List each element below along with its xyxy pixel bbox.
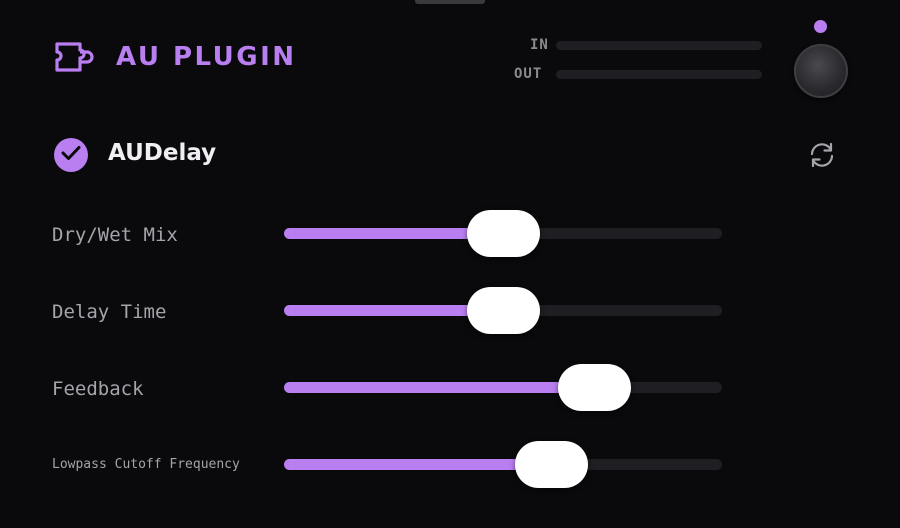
- slider-fill: [284, 382, 595, 393]
- param-label-dry-wet-mix: Dry/Wet Mix: [52, 224, 178, 246]
- dry-wet-mix-slider[interactable]: [284, 204, 722, 264]
- output-level-meter: [556, 70, 762, 79]
- input-meter-label: IN: [530, 37, 549, 53]
- param-label-delay-time: Delay Time: [52, 301, 167, 323]
- plugin-enable-checkbox[interactable]: [54, 138, 88, 172]
- slider-thumb[interactable]: [466, 210, 540, 257]
- gain-knob[interactable]: [794, 44, 848, 98]
- output-meter-label: OUT: [514, 66, 543, 82]
- window-grabber[interactable]: [415, 0, 485, 4]
- param-label-feedback: Feedback: [52, 378, 144, 400]
- checkmark-icon: [61, 145, 81, 165]
- slider-thumb[interactable]: [514, 441, 588, 488]
- input-level-meter: [556, 41, 762, 50]
- puzzle-piece-icon: [54, 40, 96, 74]
- reload-plugin-button[interactable]: [806, 140, 838, 170]
- status-led: [814, 20, 827, 33]
- delay-time-slider[interactable]: [284, 281, 722, 341]
- slider-thumb[interactable]: [466, 287, 540, 334]
- param-label-lowpass-cutoff: Lowpass Cutoff Frequency: [52, 457, 240, 472]
- plugin-name: AUDelay: [108, 140, 217, 166]
- slider-thumb[interactable]: [558, 364, 632, 411]
- feedback-slider[interactable]: [284, 358, 722, 418]
- refresh-icon: [806, 142, 838, 174]
- lowpass-cutoff-slider[interactable]: [284, 435, 722, 495]
- slider-fill: [284, 459, 552, 470]
- app-brand: AU PLUGIN: [54, 40, 297, 74]
- app-title: AU PLUGIN: [116, 42, 297, 72]
